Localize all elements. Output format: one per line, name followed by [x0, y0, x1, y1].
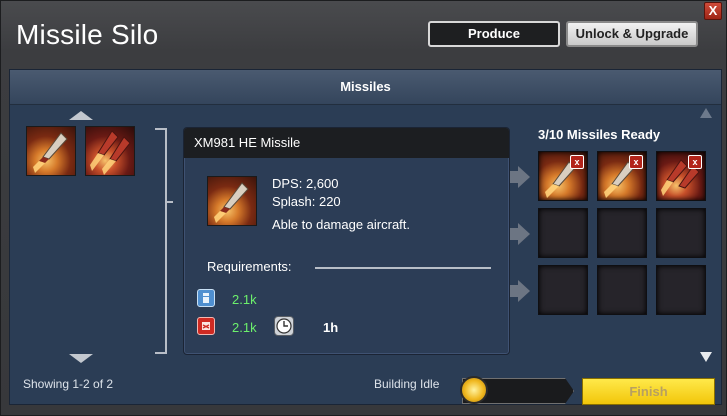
building-status: Building Idle — [374, 377, 440, 391]
stat-dps: DPS: 2,600 — [272, 176, 339, 191]
remove-missile-button[interactable]: x — [629, 155, 643, 169]
empty-slot — [538, 265, 588, 315]
finish-button[interactable]: Finish — [582, 378, 715, 405]
list-bracket-tick — [165, 201, 173, 203]
gear-icon — [460, 376, 488, 404]
list-bracket — [155, 128, 167, 354]
ready-slot[interactable]: x — [538, 151, 588, 201]
showing-count: Showing 1-2 of 2 — [23, 377, 114, 391]
missile-name: XM981 HE Missile — [184, 128, 509, 158]
stat-splash: Splash: 220 — [272, 194, 341, 209]
missiles-panel: Missiles XM981 HE Missile DPS: 2,600 Spl… — [9, 69, 722, 405]
missile-thumb-cluster[interactable] — [85, 126, 135, 176]
requirements-label: Requirements: — [207, 259, 292, 274]
requirements-divider — [315, 267, 491, 269]
missile-icon — [214, 182, 249, 223]
empty-slot — [597, 208, 647, 258]
req-oil-value: 2.1k — [232, 292, 257, 307]
panel-header: Missiles — [10, 70, 721, 105]
fuel-can-icon — [197, 317, 215, 335]
missile-silo-window: Missile Silo X Produce Unlock & Upgrade … — [0, 0, 727, 416]
missiles-ready-title: 3/10 Missiles Ready — [538, 127, 661, 142]
list-scroll-up-icon[interactable] — [69, 111, 93, 120]
empty-slot — [656, 208, 706, 258]
missile-thumb-he[interactable] — [26, 126, 76, 176]
close-button[interactable]: X — [704, 2, 722, 20]
tab-unlock-upgrade[interactable]: Unlock & Upgrade — [566, 21, 698, 47]
oil-barrel-icon — [197, 289, 215, 307]
tab-produce[interactable]: Produce — [428, 21, 560, 47]
req-time-value: 1h — [323, 320, 339, 335]
stat-description: Able to damage aircraft. — [272, 217, 411, 232]
missile-detail-card: XM981 HE Missile DPS: 2,600 Splash: 220 … — [183, 127, 510, 355]
missile-detail-image — [207, 176, 257, 226]
remove-missile-button[interactable]: x — [570, 155, 584, 169]
empty-slot — [656, 265, 706, 315]
ready-scroll-up-icon[interactable] — [700, 108, 712, 118]
missile-cluster-icon — [90, 130, 131, 175]
ready-slot[interactable]: x — [656, 151, 706, 201]
ready-slot[interactable]: x — [597, 151, 647, 201]
empty-slot — [538, 208, 588, 258]
list-scroll-down-icon[interactable] — [69, 354, 93, 363]
window-title: Missile Silo — [16, 19, 159, 50]
empty-slot — [597, 265, 647, 315]
ready-scroll-down-icon[interactable] — [700, 352, 712, 362]
missile-icon — [33, 132, 68, 173]
remove-missile-button[interactable]: x — [688, 155, 702, 169]
req-fuel-value: 2.1k — [232, 320, 257, 335]
clock-icon — [274, 316, 294, 336]
